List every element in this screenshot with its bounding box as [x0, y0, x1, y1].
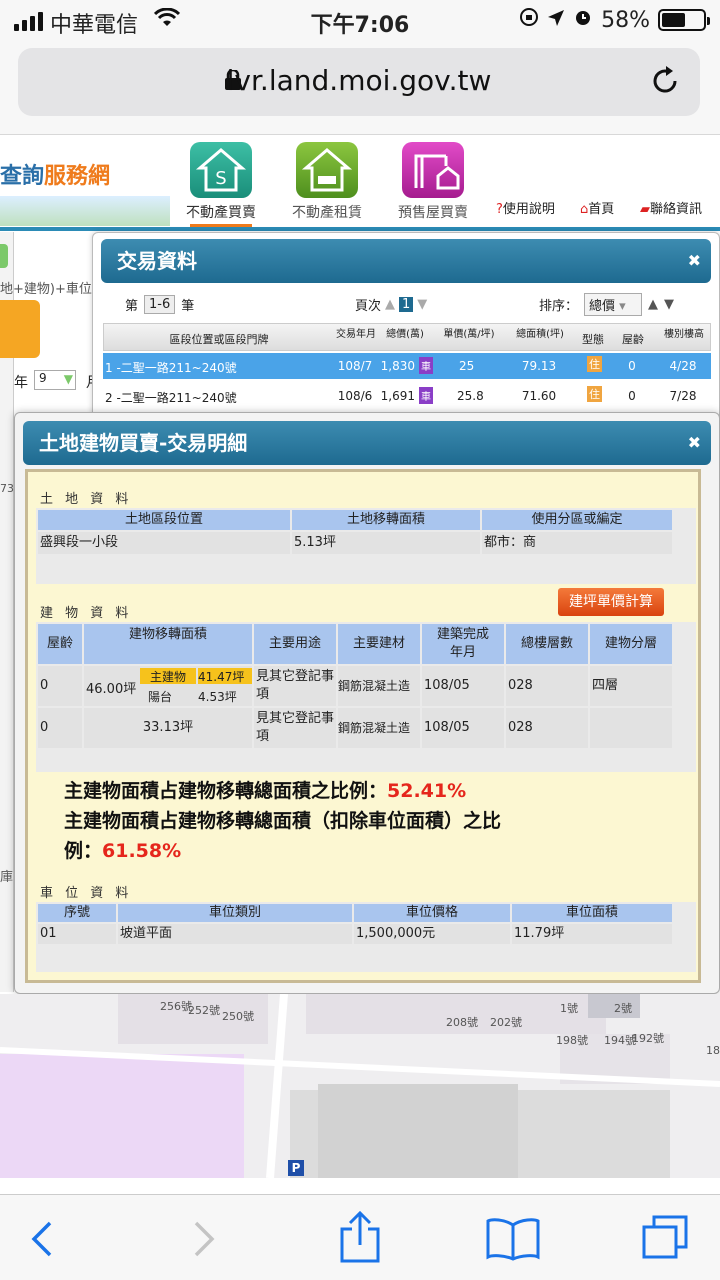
range-select[interactable]: 1-6: [144, 295, 176, 314]
svg-text:S: S: [215, 168, 226, 189]
close-icon[interactable]: ✖: [688, 421, 701, 465]
reload-icon[interactable]: [648, 64, 682, 98]
left-green-tab[interactable]: [0, 244, 8, 268]
year-label: 年: [14, 375, 28, 391]
month-select[interactable]: 9 ▼: [34, 370, 76, 390]
transaction-window: 交易資料 ✖ 第 1-6 筆 頁次 ▲ 1 ▼ 排序： 總價 ▾ ▲ ▼ 區段位…: [92, 232, 720, 422]
land-table: 土地區段位置 土地移轉面積 使用分區或編定 盛興段一小段 5.13坪 都市：商: [36, 508, 696, 584]
parking-badge: 車: [419, 387, 433, 404]
orientation-lock-icon: [519, 7, 539, 33]
detail-title: 土地建物買賣-交易明細: [39, 431, 248, 455]
unit-price-calc-button[interactable]: 建坪單價計算: [558, 588, 664, 616]
chat-icon: ▰: [640, 202, 650, 217]
browser-chrome: lvr.land.moi.gov.tw: [0, 40, 720, 135]
share-icon[interactable]: [338, 1209, 382, 1265]
left-orange-button[interactable]: [0, 300, 40, 358]
sort-control: 排序： 總價 ▾ ▲ ▼: [539, 293, 674, 316]
building-section-title: 建 物 資 料: [40, 606, 133, 621]
detail-content: 土 地 資 料 土地區段位置 土地移轉面積 使用分區或編定 盛興段一小段 5.1…: [25, 469, 701, 983]
residential-badge: 住: [587, 356, 602, 372]
ratio-value: 52.41%: [387, 780, 467, 802]
detail-title-bar: 土地建物買賣-交易明細 ✖: [23, 421, 711, 465]
home-link[interactable]: ⌂首頁: [580, 198, 614, 217]
transaction-header-row: 區段位置或區段門牌 交易年月 總價(萬) 單價(萬/坪) 總面積(坪) 型態 屋…: [103, 323, 711, 351]
map-canvas: [0, 993, 720, 1179]
site-logo[interactable]: 查詢服務網: [0, 158, 110, 190]
left-filter-text: 地+建物)+車位: [0, 282, 92, 297]
skyline-banner: [0, 196, 170, 226]
battery-percent: 58%: [601, 7, 650, 33]
col-total[interactable]: 總價(萬): [380, 325, 430, 340]
residential-badge: 住: [587, 386, 602, 402]
contact-link[interactable]: ▰聯絡資訊: [640, 198, 702, 217]
col-area[interactable]: 總面積(坪): [508, 325, 572, 340]
sort-asc-icon[interactable]: ▲: [648, 297, 658, 312]
col-age[interactable]: 屋齡: [614, 331, 652, 347]
forward-icon[interactable]: [188, 1219, 218, 1259]
ratio-value: 61.58%: [102, 840, 182, 862]
pager: 頁次 ▲ 1 ▼: [355, 297, 428, 314]
sort-desc-icon[interactable]: ▼: [664, 297, 674, 312]
col-type[interactable]: 型態: [576, 331, 610, 347]
bookmarks-icon[interactable]: [484, 1217, 542, 1261]
table-row[interactable]: 2 -二聖一路211~240號 108/6 1,691 車 25.8 71.60…: [103, 383, 711, 409]
table-row[interactable]: 1 -二聖一路211~240號 108/7 1,830 車 25 79.13 住…: [103, 353, 711, 379]
battery-icon: [658, 9, 710, 31]
close-icon[interactable]: ✖: [688, 239, 701, 283]
transaction-title: 交易資料: [117, 249, 197, 273]
parking-map-icon[interactable]: P: [288, 1160, 304, 1176]
area-ratio-text: 主建物面積占建物移轉總面積之比例：52.41% 主建物面積占建物移轉總面積（扣除…: [64, 780, 502, 862]
nav-rent-icon[interactable]: [296, 142, 358, 198]
building-area-cell: 46.00坪 主建物 41.47坪 陽台 4.53坪: [84, 666, 252, 706]
map-area[interactable]: 256號 252號 250號 208號 202號 1號 2號 198號 194號…: [0, 993, 720, 1179]
record-range: 第 1-6 筆: [125, 295, 195, 314]
col-address[interactable]: 區段位置或區段門牌: [104, 331, 334, 347]
tabs-icon[interactable]: [638, 1213, 692, 1263]
nav-presale-icon[interactable]: [402, 142, 464, 198]
page-number[interactable]: 1: [399, 297, 414, 312]
detail-window: 土地建物買賣-交易明細 ✖ 土 地 資 料 土地區段位置 土地移轉面積 使用分區…: [14, 412, 720, 994]
left-fragment: 73: [0, 482, 14, 495]
page-up-icon[interactable]: ▲: [385, 297, 395, 312]
land-section-title: 土 地 資 料: [40, 492, 133, 507]
transaction-title-bar: 交易資料 ✖: [101, 239, 711, 283]
nav-sale-icon[interactable]: S: [190, 142, 252, 198]
location-icon: [547, 8, 565, 33]
parking-table: 序號 車位類別 車位價格 車位面積 01 坡道平面 1,500,000元 11.…: [36, 902, 696, 972]
parking-section-title: 車 位 資 料: [40, 886, 133, 901]
col-date[interactable]: 交易年月: [336, 325, 376, 340]
sort-select[interactable]: 總價 ▾: [584, 293, 643, 316]
back-icon[interactable]: [28, 1219, 58, 1259]
site-header: 查詢服務網 S 不動產買賣 不動產租賃 預售屋買賣 ?使用說明 ⌂首頁 ▰聯絡資…: [0, 136, 720, 231]
page-down-icon[interactable]: ▼: [417, 297, 427, 312]
help-link[interactable]: ?使用說明: [496, 198, 555, 217]
alarm-icon: [573, 7, 593, 33]
col-floor[interactable]: 樓別樓高: [656, 325, 712, 340]
nav-rent-label[interactable]: 不動產租賃: [277, 202, 377, 222]
status-bar: 中華電信 下午7:06 58%: [0, 0, 720, 40]
browser-toolbar: [0, 1194, 720, 1280]
col-unit[interactable]: 單價(萬/坪): [436, 325, 502, 340]
nav-presale-label[interactable]: 預售屋買賣: [383, 202, 483, 222]
address-bar[interactable]: lvr.land.moi.gov.tw: [18, 48, 700, 116]
nav-sale-label[interactable]: 不動產買賣: [171, 202, 271, 222]
question-icon: ?: [496, 202, 503, 217]
left-fragment: 庫: [0, 870, 14, 885]
url-text[interactable]: lvr.land.moi.gov.tw: [18, 64, 700, 97]
parking-badge: 車: [419, 357, 433, 374]
building-table: 屋齡 建物移轉面積 主要用途 主要建材 建築完成年月 總樓層數 建物分層 0 4…: [36, 622, 696, 772]
